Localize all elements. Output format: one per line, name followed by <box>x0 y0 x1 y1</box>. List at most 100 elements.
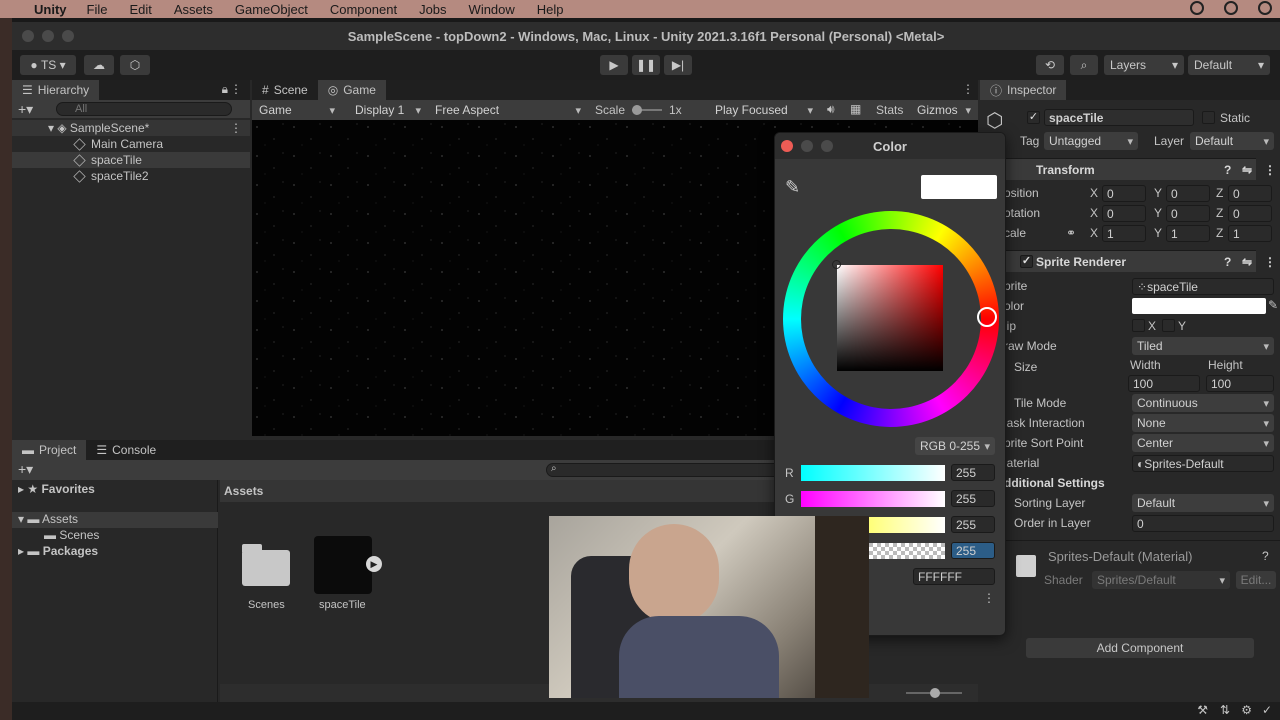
height-field[interactable]: 100 <box>1206 375 1274 392</box>
sprite-sort-point-dropdown[interactable]: Center <box>1132 434 1274 452</box>
position-z-field[interactable]: 0 <box>1228 185 1272 202</box>
sv-handle[interactable] <box>832 260 841 269</box>
project-search-input[interactable]: ⌕ <box>546 463 786 477</box>
spacetile-file-label[interactable]: spaceTile <box>319 599 366 611</box>
pause-button[interactable]: ❚❚ <box>632 55 660 75</box>
packages-item[interactable]: ▸ ▬ Packages <box>18 544 98 558</box>
cloud-icon[interactable]: ☁ <box>84 55 114 75</box>
order-in-layer-field[interactable]: 0 <box>1132 515 1274 532</box>
audio-icon[interactable]: 🔊︎ <box>827 102 835 117</box>
transform-header[interactable]: Transform ? ⇋ ⋮ <box>980 158 1276 180</box>
component-more-icon[interactable]: ⋮ <box>1276 549 1280 563</box>
aspect-dropdown[interactable]: Free Aspect <box>430 101 586 119</box>
component-more-icon[interactable]: ⋮ <box>1264 163 1276 177</box>
channel-a-field[interactable]: 255 <box>951 542 995 559</box>
help-icon[interactable]: ? <box>1224 163 1231 177</box>
tab-game[interactable]: ◎ Game <box>317 80 386 100</box>
add-icon[interactable]: +▾ <box>18 101 33 118</box>
sorting-layer-dropdown[interactable]: Default <box>1132 494 1274 512</box>
component-more-icon[interactable]: ⋮ <box>1264 255 1276 269</box>
object-name-field[interactable]: spaceTile <box>1044 109 1194 126</box>
scale-z-field[interactable]: 1 <box>1228 225 1272 242</box>
tab-console[interactable]: ☰ Console <box>86 440 166 460</box>
rotation-x-field[interactable]: 0 <box>1102 205 1146 222</box>
account-dropdown[interactable]: ● TS ▾ <box>20 55 76 75</box>
eyedropper-icon[interactable]: ✎ <box>1268 298 1278 312</box>
favorites-item[interactable]: ▸ ★ Favorites <box>18 482 95 496</box>
static-checkbox[interactable] <box>1202 111 1215 124</box>
layout-dropdown[interactable]: Default ▾ <box>1188 55 1270 75</box>
play-icon[interactable]: ▶ <box>366 556 382 572</box>
scale-slider[interactable] <box>632 105 662 115</box>
help-icon[interactable]: ? <box>1262 549 1269 563</box>
menu-jobs[interactable]: Jobs <box>419 2 446 17</box>
display-dropdown[interactable]: Display 1 <box>350 101 426 119</box>
search-icon[interactable]: ⌕ <box>1070 55 1098 75</box>
rotation-y-field[interactable]: 0 <box>1166 205 1210 222</box>
close-window-button[interactable] <box>22 30 34 42</box>
shader-dropdown[interactable]: Sprites/Default <box>1092 571 1230 589</box>
scene-root[interactable]: ▾ ◈ SampleScene* ⋮ <box>12 120 250 136</box>
tab-hierarchy[interactable]: ☰ Hierarchy <box>12 80 100 100</box>
shader-edit-button[interactable]: Edit... <box>1236 571 1276 589</box>
layers-dropdown[interactable]: Layers ▾ <box>1104 55 1184 75</box>
record-icon[interactable] <box>1190 1 1204 15</box>
tab-project[interactable]: ▬ Project <box>12 440 87 460</box>
status-busy-icon[interactable]: ⚒ <box>1197 703 1208 717</box>
project-add-icon[interactable]: +▾ <box>18 461 33 478</box>
minimize-window-button[interactable] <box>42 30 54 42</box>
menu-help[interactable]: Help <box>537 2 564 17</box>
play-button[interactable]: ▶ <box>600 55 628 75</box>
menu-assets[interactable]: Assets <box>174 2 213 17</box>
scenes-file-label[interactable]: Scenes <box>248 599 285 611</box>
tile-mode-dropdown[interactable]: Continuous <box>1132 394 1274 412</box>
tab-inspector[interactable]: ⓘ Inspector <box>980 80 1067 100</box>
scale-x-field[interactable]: 1 <box>1102 225 1146 242</box>
eyedropper-icon[interactable]: ✎ <box>785 177 800 198</box>
material-title[interactable]: Sprites-Default (Material) <box>1048 549 1193 564</box>
scenes-folder-icon[interactable] <box>242 544 290 586</box>
grid-icon[interactable]: ▦ <box>850 102 861 116</box>
more-icon[interactable]: ⋮ <box>230 82 242 96</box>
color-picker-minimize-button[interactable] <box>801 140 813 152</box>
scene-more-icon[interactable]: ⋮ <box>230 121 242 135</box>
status-check-icon[interactable]: ✓ <box>1262 703 1272 717</box>
stats-button[interactable]: Stats <box>876 103 903 117</box>
gizmos-dropdown[interactable]: Gizmos <box>912 101 976 119</box>
status-network-icon[interactable]: ⇅ <box>1220 703 1230 717</box>
material-field[interactable]: ◐ Sprites-Default <box>1132 455 1274 472</box>
position-y-field[interactable]: 0 <box>1166 185 1210 202</box>
preset-icon[interactable]: ⇋ <box>1242 255 1252 269</box>
color-swatch[interactable] <box>1132 298 1266 314</box>
hue-handle[interactable] <box>977 307 997 327</box>
game-view-dropdown[interactable]: Game <box>254 101 340 119</box>
user-icon[interactable] <box>1258 1 1272 15</box>
active-checkbox[interactable]: ✓ <box>1027 111 1040 124</box>
width-field[interactable]: 100 <box>1128 375 1200 392</box>
game-more-icon[interactable]: ⋮ <box>962 82 974 96</box>
tab-scene[interactable]: # Scene <box>252 80 318 100</box>
hierarchy-item-main-camera[interactable]: Main Camera <box>12 136 250 152</box>
history-icon[interactable]: ⟲ <box>1036 55 1064 75</box>
status-debug-icon[interactable]: ⚙ <box>1241 703 1252 717</box>
additional-settings-label[interactable]: dditional Settings <box>1004 476 1105 490</box>
scale-slider-thumb[interactable] <box>632 105 642 115</box>
menu-component[interactable]: Component <box>330 2 397 17</box>
menu-gameobject[interactable]: GameObject <box>235 2 308 17</box>
step-button[interactable]: ▶| <box>664 55 692 75</box>
scale-y-field[interactable]: 1 <box>1166 225 1210 242</box>
position-x-field[interactable]: 0 <box>1102 185 1146 202</box>
channel-g-field[interactable]: 255 <box>951 490 995 507</box>
saturation-value-square[interactable] <box>832 260 943 371</box>
assets-item[interactable]: ▾ ▬ Assets <box>12 512 218 528</box>
play-focused-dropdown[interactable]: Play Focused <box>710 101 818 119</box>
hierarchy-item-spacetile[interactable]: spaceTile <box>12 152 250 168</box>
sprite-renderer-enabled-checkbox[interactable]: ✓ <box>1020 255 1033 268</box>
icon-size-slider-thumb[interactable] <box>930 688 940 698</box>
hierarchy-item-spacetile2[interactable]: spaceTile2 <box>12 168 250 184</box>
swatches-more-icon[interactable]: ⋮ <box>983 591 995 605</box>
channel-r-slider[interactable] <box>801 465 945 481</box>
menu-file[interactable]: File <box>87 2 108 17</box>
color-mode-dropdown[interactable]: RGB 0-255 <box>915 437 995 455</box>
hierarchy-search-input[interactable] <box>56 102 232 116</box>
